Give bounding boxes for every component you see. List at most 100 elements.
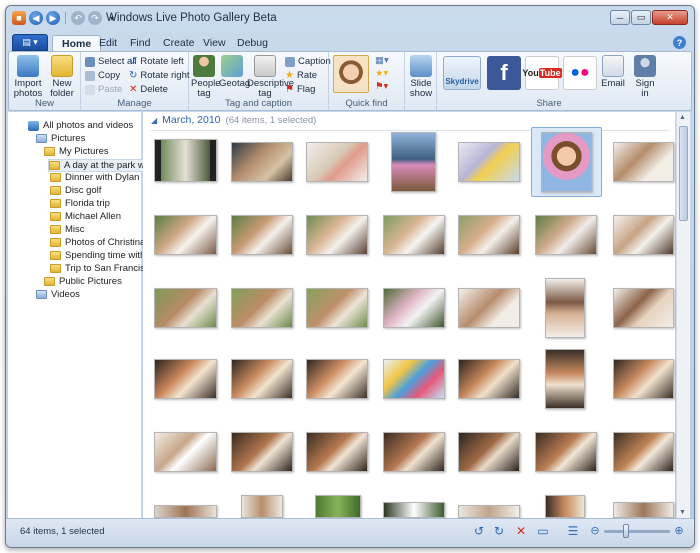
rotate-right-icon[interactable]: ↻ [492, 524, 506, 538]
quick-find-people-icon[interactable]: ▦▾ [375, 55, 389, 66]
zoom-in-icon[interactable]: ⊕ [672, 524, 686, 538]
scroll-thumb[interactable] [679, 126, 688, 221]
tree-item-all-photos[interactable]: All photos and videos [28, 120, 133, 131]
photo-thumbnail[interactable] [306, 359, 368, 399]
tab-debug[interactable]: Debug [228, 35, 277, 52]
scroll-up-arrow-icon[interactable]: ▲ [679, 114, 686, 121]
rotate-left-button[interactable]: ↺ Rotate left [129, 56, 184, 67]
slideshow-icon[interactable]: ▭ [536, 524, 550, 538]
tree-item-florida-trip[interactable]: Florida trip [50, 198, 110, 209]
delete-button[interactable]: ✕ Delete [129, 84, 168, 95]
tree-item-pictures[interactable]: Pictures [36, 133, 85, 144]
tree-item-public-pictures[interactable]: Public Pictures [44, 276, 122, 287]
tree-item-misc[interactable]: Misc [50, 224, 85, 235]
photo-thumbnail[interactable] [306, 432, 368, 472]
vertical-scrollbar[interactable]: ▲ ▼ [676, 112, 690, 518]
tree-item-spending-time[interactable]: Spending time with the [50, 250, 142, 261]
tree-item-dinner-with-dylan[interactable]: Dinner with Dylan [50, 172, 139, 183]
facebook-icon[interactable]: f [487, 56, 521, 90]
photo-thumbnail[interactable] [458, 505, 520, 518]
photo-thumbnail[interactable] [613, 288, 674, 328]
photo-thumbnail[interactable] [154, 505, 217, 518]
photo-thumbnail[interactable] [306, 288, 368, 328]
photo-thumbnail[interactable] [458, 432, 520, 472]
app-menu-button[interactable]: ▤ ▾ [12, 34, 48, 51]
photo-thumbnail[interactable] [231, 432, 293, 472]
quick-find-person-thumbnail[interactable] [333, 55, 369, 93]
email-button[interactable]: Email [599, 55, 627, 89]
geotag-button[interactable]: Geotag [219, 55, 250, 89]
photo-thumbnail[interactable] [154, 215, 217, 255]
rotate-left-icon[interactable]: ↺ [472, 524, 486, 538]
close-button[interactable]: ✕ [652, 10, 688, 25]
photo-thumbnail[interactable] [391, 132, 436, 192]
sign-in-button[interactable]: Sign in [631, 55, 659, 99]
minimize-button[interactable]: ─ [610, 10, 630, 25]
slide-show-button[interactable]: Slide show [407, 55, 435, 99]
help-icon[interactable]: ? [673, 36, 686, 49]
photo-thumbnail[interactable] [306, 215, 368, 255]
undo-icon[interactable]: ↶ [71, 11, 85, 25]
scroll-down-arrow-icon[interactable]: ▼ [679, 509, 686, 516]
rotate-right-button[interactable]: ↻ Rotate right [129, 70, 190, 81]
photo-thumbnail[interactable] [458, 288, 520, 328]
tree-item-photos-of-christina[interactable]: Photos of Christina [50, 237, 145, 248]
collapse-triangle-icon[interactable]: ◢ [151, 116, 157, 125]
photo-thumbnail[interactable] [545, 349, 585, 409]
zoom-slider-track[interactable] [604, 530, 670, 533]
photo-thumbnail[interactable] [383, 502, 445, 518]
youtube-icon[interactable]: You Tube [522, 56, 562, 90]
app-icon[interactable]: ■ [12, 11, 26, 25]
descriptive-tag-button[interactable]: Descriptive tag [247, 55, 294, 99]
zoom-out-icon[interactable]: ⊖ [588, 524, 602, 538]
tree-item-day-at-park[interactable]: A day at the park with D [48, 159, 144, 172]
import-photos-button[interactable]: Import photos [13, 55, 43, 99]
photo-thumbnail[interactable] [154, 288, 217, 328]
photo-thumbnail[interactable] [383, 215, 445, 255]
paste-button[interactable]: Paste [85, 84, 122, 95]
photo-thumbnail[interactable] [154, 139, 217, 182]
flickr-icon[interactable]: ● ● [563, 56, 597, 90]
photo-thumbnail[interactable] [545, 278, 585, 338]
zoom-slider-knob[interactable] [623, 524, 629, 538]
copy-button[interactable]: Copy [85, 70, 120, 81]
photo-thumbnail[interactable] [458, 142, 520, 182]
photo-thumbnail[interactable] [535, 432, 597, 472]
tree-item-disc-golf[interactable]: Disc golf [50, 185, 101, 196]
photo-thumbnail[interactable] [241, 495, 283, 518]
maximize-button[interactable]: ▭ [631, 10, 651, 25]
photo-thumbnail[interactable] [613, 142, 674, 182]
tree-item-michael-allen[interactable]: Michael Allen [50, 211, 121, 222]
photo-thumbnail[interactable] [613, 359, 674, 399]
tree-item-trip-to-sf[interactable]: Trip to San Francisco [50, 263, 155, 274]
photo-thumbnail[interactable] [154, 359, 217, 399]
delete-icon[interactable]: ✕ [514, 524, 528, 538]
redo-icon[interactable]: ↷ [88, 11, 102, 25]
photo-thumbnail[interactable] [613, 215, 674, 255]
details-view-icon[interactable]: ☰ [566, 524, 580, 538]
flag-button[interactable]: ⚑ Flag [285, 84, 315, 95]
photo-thumbnail[interactable] [306, 142, 368, 182]
photo-thumbnail[interactable] [613, 432, 674, 472]
tree-item-my-pictures[interactable]: My Pictures [44, 146, 109, 157]
photo-thumbnail[interactable] [231, 359, 293, 399]
photo-thumbnail[interactable] [613, 502, 674, 518]
photo-thumbnail[interactable] [231, 142, 293, 182]
caption-button[interactable]: Caption [285, 56, 331, 67]
quick-find-flag-icon[interactable]: ⚑▾ [375, 81, 388, 92]
tree-item-videos[interactable]: Videos [36, 289, 80, 300]
skydrive-button[interactable]: Skydrive [443, 56, 481, 90]
month-group-header[interactable]: ◢ March, 2010 (64 items, 1 selected) [151, 114, 669, 131]
photo-thumbnail[interactable] [231, 288, 293, 328]
photo-thumbnail[interactable] [545, 495, 585, 518]
back-icon[interactable]: ◀ [29, 11, 43, 25]
photo-thumbnail[interactable] [383, 288, 445, 328]
quick-find-rating-icon[interactable]: ★▾ [375, 68, 388, 79]
photo-thumbnail[interactable] [458, 359, 520, 399]
photo-thumbnail[interactable] [315, 495, 361, 518]
photo-thumbnail[interactable] [231, 215, 293, 255]
photo-thumbnail[interactable] [383, 359, 445, 399]
people-tag-button[interactable]: People tag [191, 55, 221, 99]
rate-button[interactable]: ★ Rate [285, 70, 317, 81]
photo-thumbnail[interactable] [458, 215, 520, 255]
